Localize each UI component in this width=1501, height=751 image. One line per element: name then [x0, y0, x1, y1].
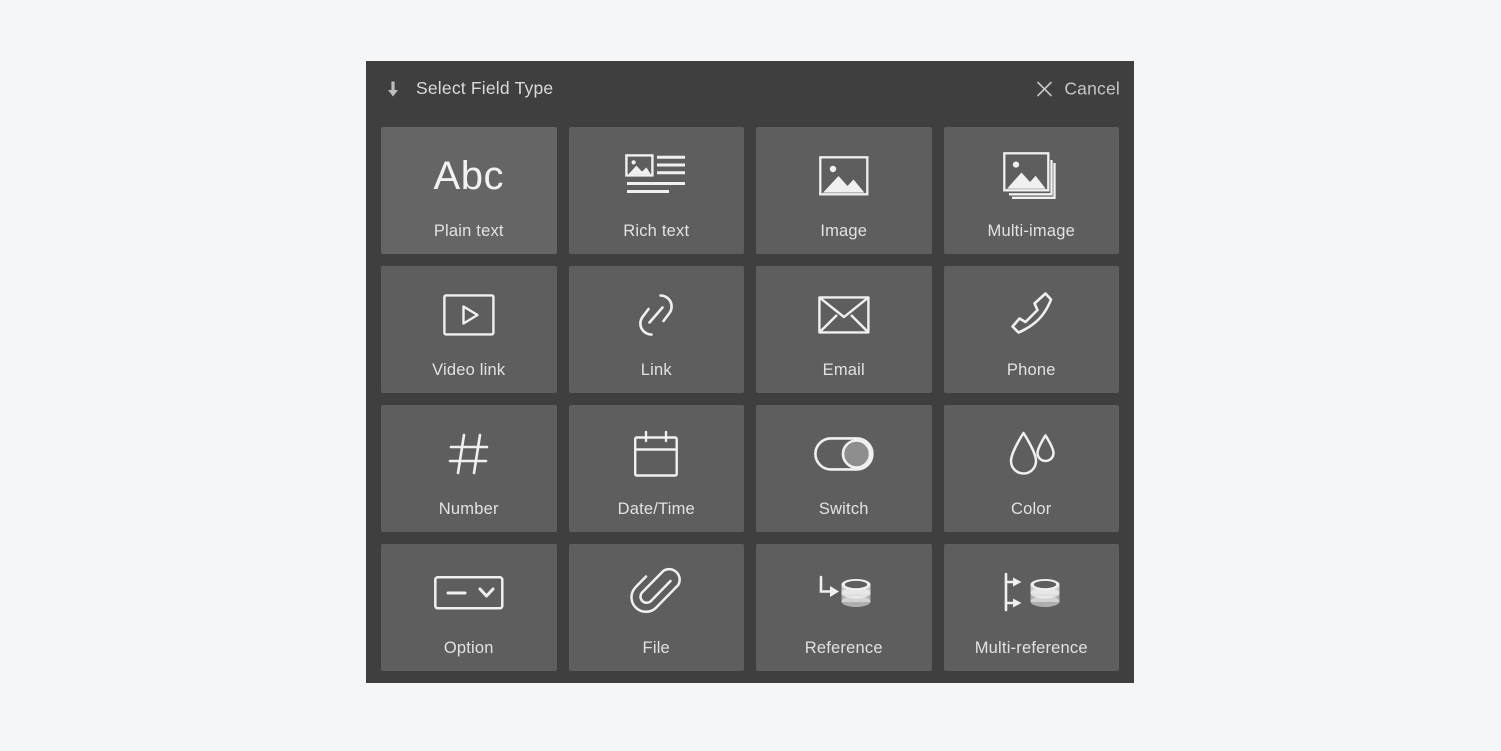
field-type-label: Date/Time: [617, 500, 695, 518]
field-type-tile-video-link[interactable]: Video link: [381, 266, 557, 393]
field-type-tile-link[interactable]: Link: [568, 266, 744, 393]
abc-text-icon: Abc: [434, 145, 504, 207]
header-left-group: Select Field Type: [383, 78, 553, 99]
field-type-tile-plain-text[interactable]: Abc Plain text: [381, 127, 557, 254]
field-type-tile-reference[interactable]: Reference: [756, 544, 932, 671]
database-branch-icon: [1000, 562, 1062, 624]
panel-header: Select Field Type Cancel: [366, 61, 1134, 116]
field-type-tile-option[interactable]: Option: [381, 544, 557, 671]
database-arrow-icon: [815, 562, 873, 624]
screen-root: Select Field Type Cancel Abc Plain text: [0, 0, 1501, 751]
field-type-tile-multi-reference[interactable]: Multi-reference: [943, 544, 1119, 671]
field-type-label: Option: [443, 639, 494, 657]
multi-image-icon: [1003, 145, 1059, 207]
panel-title: Select Field Type: [416, 78, 554, 98]
abc-glyph: Abc: [433, 154, 504, 198]
field-type-tile-multi-image[interactable]: Multi-image: [943, 127, 1119, 254]
droplet-icon: [1006, 423, 1056, 485]
arrow-down-icon: [383, 79, 403, 99]
field-type-grid: Abc Plain text Rich text Image Multi-ima…: [381, 127, 1119, 671]
toggle-switch-icon: [813, 423, 874, 485]
field-type-tile-date-time[interactable]: Date/Time: [568, 405, 744, 532]
field-type-tile-number[interactable]: Number: [381, 405, 557, 532]
hash-icon: [447, 423, 491, 485]
field-type-label: Link: [640, 361, 672, 379]
field-type-label: Video link: [432, 361, 506, 379]
dropdown-select-icon: [433, 562, 504, 624]
field-type-label: Email: [822, 361, 865, 379]
envelope-icon: [817, 284, 870, 346]
field-type-label: Plain text: [433, 222, 504, 240]
field-type-tile-image[interactable]: Image: [756, 127, 932, 254]
field-type-label: Number: [438, 500, 499, 518]
field-type-label: Color: [1011, 500, 1052, 518]
field-type-tile-phone[interactable]: Phone: [943, 266, 1119, 393]
field-type-tile-file[interactable]: File: [568, 544, 744, 671]
select-field-type-panel: Select Field Type Cancel Abc Plain text: [366, 61, 1134, 683]
phone-handset-icon: [1007, 284, 1055, 346]
field-type-label: Image: [820, 222, 868, 240]
image-icon: [818, 145, 869, 207]
field-type-label: Switch: [818, 500, 869, 518]
rich-text-icon: [625, 145, 687, 207]
cancel-label: Cancel: [1064, 78, 1120, 98]
field-type-label: Multi-reference: [974, 639, 1088, 657]
field-type-label: File: [642, 639, 670, 657]
field-type-tile-color[interactable]: Color: [943, 405, 1119, 532]
field-type-label: Rich text: [623, 222, 690, 240]
field-type-label: Multi-image: [987, 222, 1075, 240]
video-play-icon: [442, 284, 495, 346]
calendar-icon: [633, 423, 679, 485]
paperclip-icon: [630, 562, 682, 624]
field-type-tile-email[interactable]: Email: [756, 266, 932, 393]
cancel-button[interactable]: Cancel: [1036, 78, 1120, 99]
field-type-label: Reference: [804, 639, 883, 657]
field-type-tile-rich-text[interactable]: Rich text: [568, 127, 744, 254]
field-type-tile-switch[interactable]: Switch: [756, 405, 932, 532]
chain-link-icon: [633, 284, 679, 346]
close-icon: [1036, 80, 1053, 97]
field-type-label: Phone: [1006, 361, 1056, 379]
